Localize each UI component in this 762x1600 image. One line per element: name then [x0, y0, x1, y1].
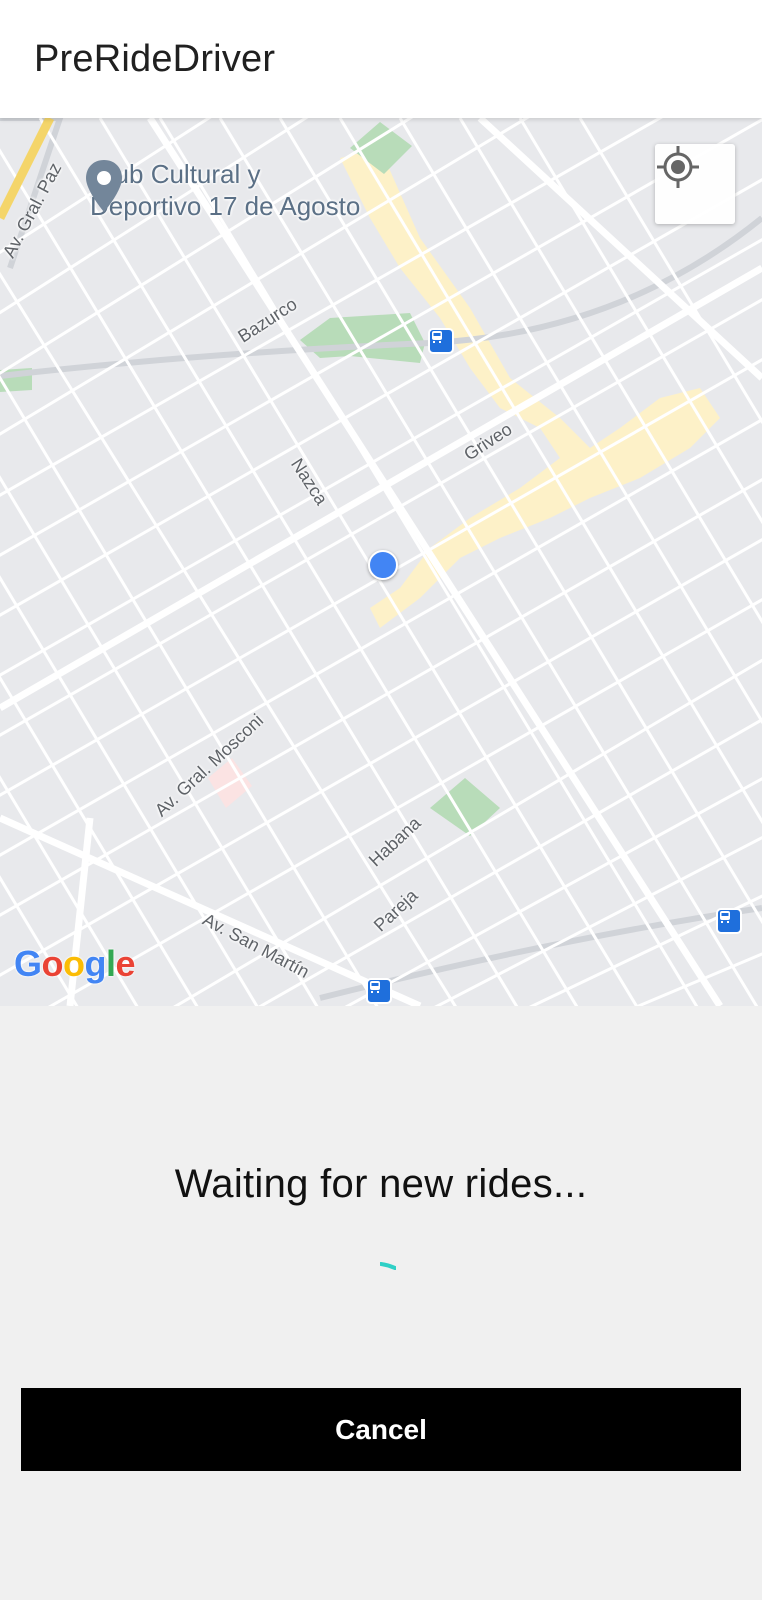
- map-view[interactable]: Club Cultural y Deportivo 17 de Agosto A…: [0, 118, 762, 1006]
- train-station-icon[interactable]: [366, 978, 392, 1004]
- my-location-button[interactable]: [655, 144, 735, 224]
- google-attribution-logo: Google: [14, 943, 136, 984]
- poi-name-line2: Deportivo 17 de Agosto: [90, 191, 361, 221]
- poi-name: Club Cultural y Deportivo 17 de Agosto: [90, 158, 360, 222]
- app-bar: PreRideDriver: [0, 0, 762, 118]
- map-pin-icon: [86, 160, 122, 212]
- loading-spinner-icon: [380, 1262, 396, 1270]
- app-title: PreRideDriver: [34, 38, 276, 80]
- train-station-icon[interactable]: [428, 328, 454, 354]
- my-location-icon: [657, 146, 699, 188]
- poi-club-cultural[interactable]: Club Cultural y Deportivo 17 de Agosto: [84, 158, 360, 222]
- waiting-status-text: Waiting for new rides...: [174, 1162, 588, 1206]
- user-location-dot: [368, 550, 398, 580]
- train-station-icon[interactable]: [716, 908, 742, 934]
- poi-name-line1: Club Cultural y: [90, 159, 261, 189]
- cancel-button[interactable]: Cancel: [21, 1388, 741, 1471]
